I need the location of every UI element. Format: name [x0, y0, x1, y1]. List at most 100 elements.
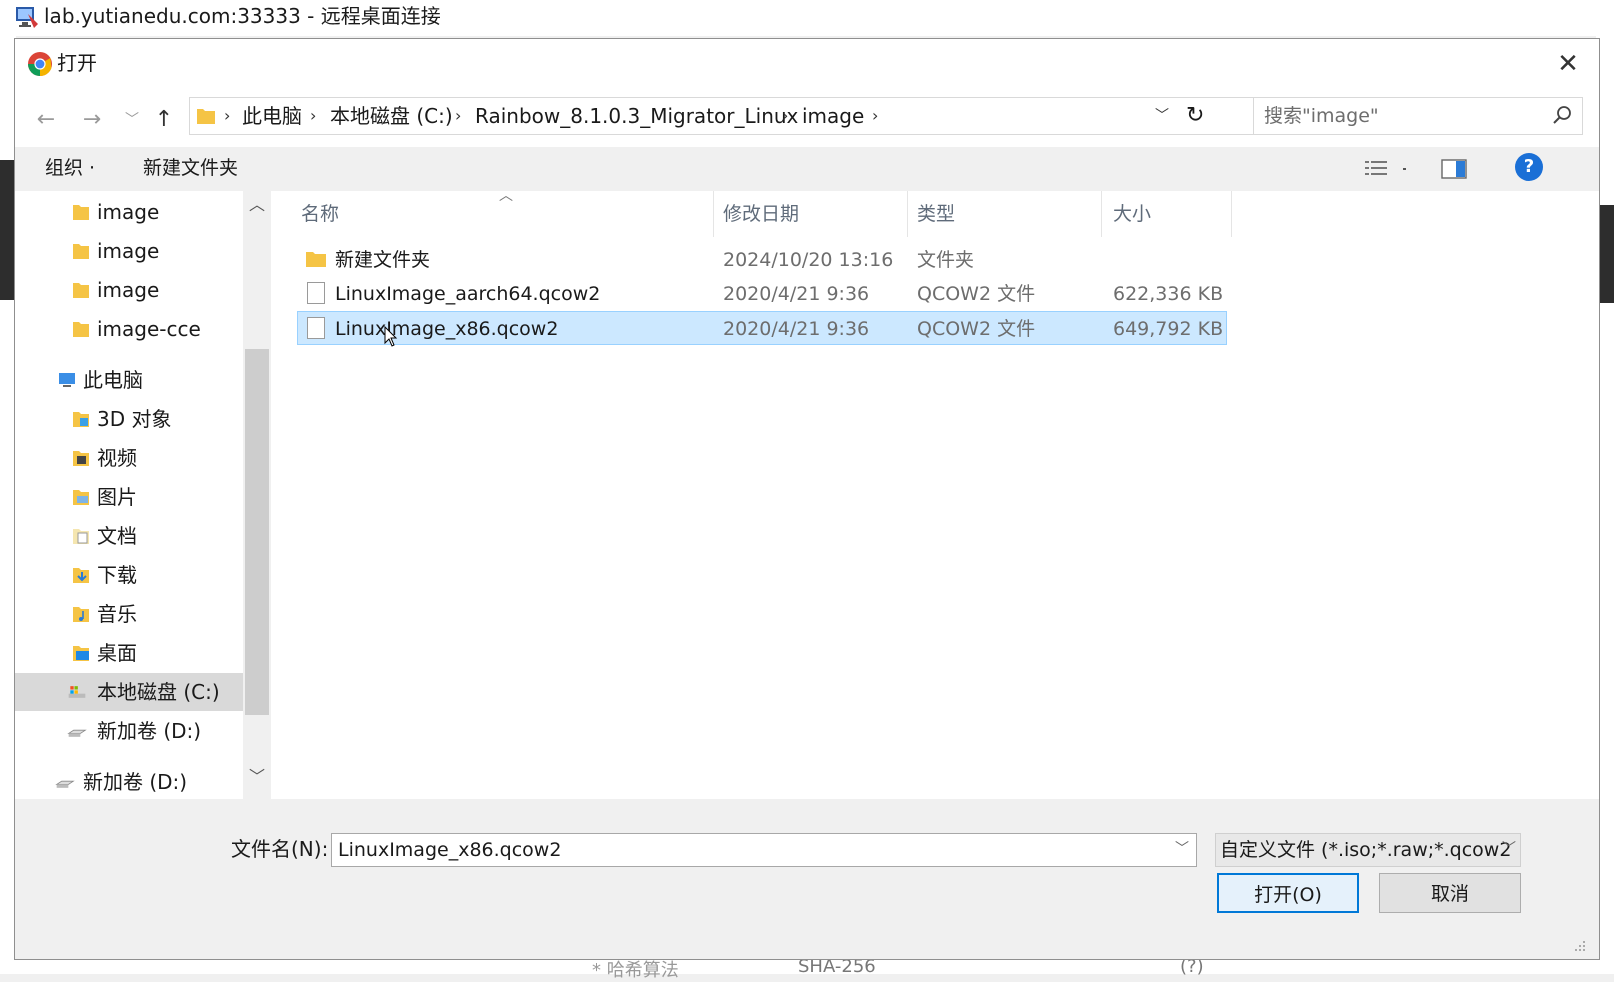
breadcrumb-separator: ›: [872, 106, 879, 125]
file-date: 2024/10/20 13:16: [723, 249, 894, 271]
sidebar-item-pictures[interactable]: 图片: [15, 478, 247, 516]
refresh-icon[interactable]: ↻: [1186, 98, 1204, 134]
chevron-down-icon[interactable]: ﹀: [117, 105, 147, 135]
dialog-title: 打开: [57, 51, 97, 75]
file-type: QCOW2 文件: [917, 283, 1036, 305]
file-icon: [307, 317, 325, 339]
sidebar-item-videos[interactable]: 视频: [15, 439, 247, 477]
background-app-bottom: * 哈希算法 SHA-256 (?): [0, 956, 1614, 981]
organize-menu[interactable]: 组织 ·: [45, 153, 95, 183]
file-type: QCOW2 文件: [917, 318, 1036, 340]
computer-icon: [59, 373, 75, 387]
file-type-filter-value: 自定义文件 (*.iso;*.raw;*.qcow2: [1220, 839, 1512, 861]
help-icon[interactable]: ?: [1515, 153, 1543, 181]
filename-input[interactable]: [336, 835, 1160, 865]
file-row-new-folder[interactable]: 新建文件夹 2024/10/20 13:16 文件夹: [297, 243, 1227, 277]
breadcrumb-local-disk[interactable]: 本地磁盘 (C:): [330, 98, 453, 134]
chevron-down-icon[interactable]: ﹀: [1499, 833, 1519, 865]
sidebar-item-image[interactable]: image: [15, 193, 247, 231]
rdp-window-title: lab.yutianedu.com:33333 - 远程桌面连接: [44, 4, 441, 28]
new-folder-button[interactable]: 新建文件夹: [143, 153, 238, 183]
sidebar-item-image[interactable]: image: [15, 271, 247, 309]
folder-icon: [73, 244, 89, 259]
file-size: 622,336 KB: [1113, 283, 1224, 305]
address-bar[interactable]: › 此电脑 › 本地磁盘 (C:) › Rainbow_8.1.0.3_Migr…: [189, 97, 1257, 135]
sidebar-item-new-volume-d[interactable]: 新加卷 (D:): [15, 712, 247, 750]
column-header-name[interactable]: 名称: [301, 191, 339, 237]
chevron-down-icon[interactable]: ﹀: [1171, 833, 1193, 865]
videos-icon: [73, 451, 89, 466]
address-history-dropdown-icon[interactable]: ﹀: [1155, 98, 1169, 134]
scroll-up-icon[interactable]: ︿: [245, 191, 269, 219]
file-row-aarch64[interactable]: LinuxImage_aarch64.qcow2 2020/4/21 9:36 …: [297, 277, 1227, 311]
column-divider[interactable]: [907, 191, 908, 237]
folder-icon: [73, 205, 89, 220]
forward-arrow-icon[interactable]: →: [77, 105, 107, 135]
sort-ascending-icon: ︿: [499, 188, 513, 204]
search-box[interactable]: [1253, 97, 1583, 135]
sidebar-item-3d-objects[interactable]: 3D 对象: [15, 400, 247, 438]
drive-icon: [67, 729, 87, 737]
file-name: 新建文件夹: [335, 249, 431, 271]
navigation-pane: image image image image-cce 此电脑 3D 对象 视频: [15, 191, 273, 799]
breadcrumb-separator: ›: [782, 106, 789, 125]
rdp-title-bar: lab.yutianedu.com:33333 - 远程桌面连接: [0, 0, 1614, 36]
breadcrumb-rainbow-folder[interactable]: Rainbow_8.1.0.3_Migrator_Linux: [475, 98, 798, 134]
column-header-date[interactable]: 修改日期: [723, 191, 799, 237]
column-header-type[interactable]: 类型: [917, 191, 955, 237]
file-name: LinuxImage_aarch64.qcow2: [335, 283, 601, 305]
sidebar-item-desktop[interactable]: 桌面: [15, 634, 247, 672]
file-date: 2020/4/21 9:36: [723, 318, 870, 340]
filename-combobox[interactable]: [331, 833, 1197, 867]
column-header-size[interactable]: 大小: [1113, 191, 1151, 237]
folder-icon: [73, 322, 89, 337]
3d-objects-icon: [73, 412, 89, 427]
dialog-title-bar: 打开 ✕: [15, 39, 1599, 91]
file-row-x86[interactable]: LinuxImage_x86.qcow2 2020/4/21 9:36 QCOW…: [297, 311, 1227, 347]
resize-grip-icon[interactable]: [1573, 939, 1587, 953]
file-date: 2020/4/21 9:36: [723, 283, 870, 305]
column-divider[interactable]: [1231, 191, 1232, 237]
downloads-icon: [73, 568, 89, 583]
sidebar-item-downloads[interactable]: 下载: [15, 556, 247, 594]
folder-icon: [73, 283, 89, 298]
mouse-cursor-icon: [384, 326, 398, 347]
breadcrumb-separator: ›: [455, 106, 462, 125]
drive-icon: [55, 780, 75, 788]
sidebar-item-new-volume-d[interactable]: 新加卷 (D:): [15, 763, 247, 799]
search-input[interactable]: [1262, 100, 1546, 132]
file-list: 名称 ︿ 修改日期 类型 大小 新建文件夹 2024/10/20 13:16 文…: [273, 188, 1599, 799]
sidebar-item-documents[interactable]: 文档: [15, 517, 247, 555]
command-toolbar: 组织 · 新建文件夹 ?: [15, 147, 1599, 191]
close-icon[interactable]: ✕: [1551, 47, 1585, 81]
file-type: 文件夹: [917, 249, 975, 271]
chrome-icon: [27, 52, 52, 77]
column-divider[interactable]: [1101, 191, 1102, 237]
search-icon[interactable]: [1552, 105, 1572, 125]
sidebar-scrollbar-thumb[interactable]: [245, 349, 269, 715]
breadcrumb-this-pc[interactable]: 此电脑: [242, 98, 302, 134]
open-button[interactable]: 打开(O): [1217, 873, 1359, 913]
file-type-filter[interactable]: 自定义文件 (*.iso;*.raw;*.qcow2: [1215, 833, 1521, 867]
pictures-icon: [73, 490, 89, 505]
sidebar-item-this-pc[interactable]: 此电脑: [15, 361, 247, 399]
cancel-button[interactable]: 取消: [1379, 873, 1521, 913]
column-divider[interactable]: [713, 191, 714, 237]
breadcrumb-separator: ›: [224, 106, 231, 125]
details-view-icon[interactable]: [1365, 159, 1409, 179]
up-arrow-icon[interactable]: ↑: [149, 105, 179, 135]
back-arrow-icon[interactable]: ←: [31, 105, 61, 135]
remote-desktop-icon: [16, 7, 38, 28]
breadcrumb-image[interactable]: image: [802, 98, 864, 134]
navigation-bar: ← → ﹀ ↑ › 此电脑 › 本地磁盘 (C:) › Rainbow_8.1.…: [15, 91, 1599, 147]
sidebar-item-image-cce[interactable]: image-cce: [15, 310, 247, 348]
sidebar-item-local-disk-c[interactable]: 本地磁盘 (C:): [15, 673, 247, 711]
folder-icon: [197, 109, 215, 124]
sidebar-item-image[interactable]: image: [15, 232, 247, 270]
breadcrumb-separator: ›: [310, 106, 317, 125]
desktop-icon: [73, 646, 89, 661]
scroll-down-icon[interactable]: ﹀: [245, 763, 269, 791]
sidebar-item-music[interactable]: 音乐: [15, 595, 247, 633]
preview-pane-icon[interactable]: [1441, 159, 1467, 179]
local-disk-icon: [68, 686, 86, 698]
